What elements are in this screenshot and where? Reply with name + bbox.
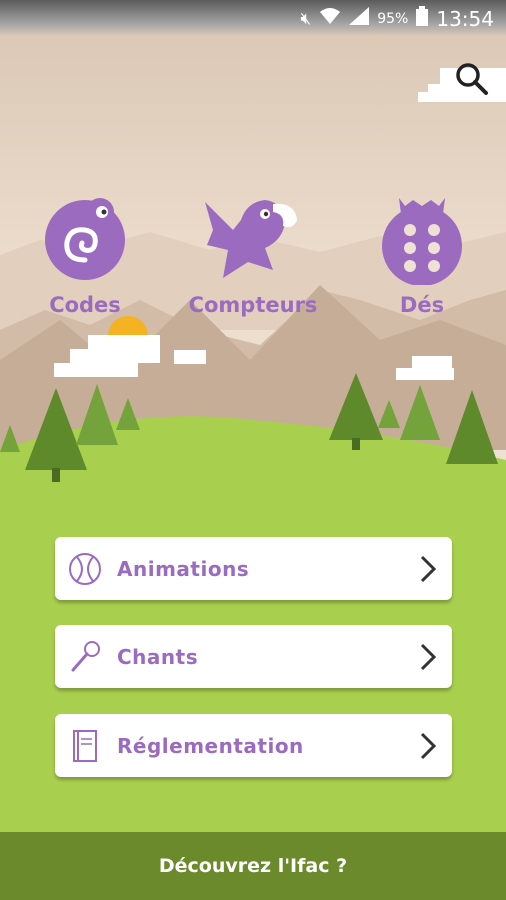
category-des[interactable]: Dés xyxy=(347,190,497,317)
signal-icon xyxy=(349,7,370,30)
chevron-right-icon xyxy=(420,732,437,759)
ball-icon xyxy=(69,552,101,585)
footer-label: Découvrez l'Ifac ? xyxy=(158,855,348,877)
menu-label: Chants xyxy=(117,644,199,669)
book-icon xyxy=(73,729,97,762)
battery-percent: 95% xyxy=(377,10,409,27)
mute-icon: 🔇︎ xyxy=(300,8,312,29)
status-bar: 🔇︎ 95% 13:54 xyxy=(0,0,506,36)
category-label: Codes xyxy=(49,293,121,317)
category-codes[interactable]: Codes xyxy=(10,190,160,317)
category-label: Dés xyxy=(399,293,445,317)
chants-button[interactable]: Chants xyxy=(55,625,452,688)
discover-ifac-button[interactable]: Découvrez l'Ifac ? xyxy=(0,832,506,900)
chevron-right-icon xyxy=(420,555,437,582)
menu-label: Réglementation xyxy=(117,733,304,758)
clock: 13:54 xyxy=(436,6,494,31)
wifi-icon xyxy=(319,7,341,30)
animations-button[interactable]: Animations xyxy=(55,537,452,600)
chameleon-icon xyxy=(45,198,125,280)
battery-icon xyxy=(416,6,429,31)
search-button[interactable] xyxy=(418,54,506,104)
reglementation-button[interactable]: Réglementation xyxy=(55,714,452,777)
chevron-right-icon xyxy=(420,643,437,670)
search-icon xyxy=(456,63,488,95)
category-label: Compteurs xyxy=(188,293,318,317)
parrot-icon xyxy=(205,200,297,278)
microphone-icon xyxy=(71,640,100,671)
ladybug-icon xyxy=(382,198,462,285)
menu-label: Animations xyxy=(117,556,250,581)
category-compteurs[interactable]: Compteurs xyxy=(178,190,328,317)
